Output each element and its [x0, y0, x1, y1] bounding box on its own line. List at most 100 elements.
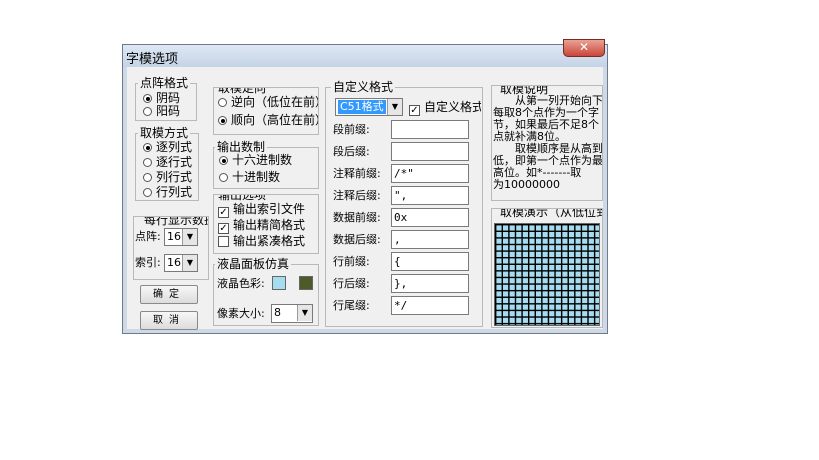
chevron-down-icon[interactable]: ▼ — [387, 99, 402, 115]
seg-prefix-label: 段前缀: — [333, 123, 370, 136]
radio-indicator — [143, 143, 152, 152]
seg-prefix-input[interactable] — [391, 120, 469, 139]
check-label: 输出索引文件 — [233, 202, 306, 216]
radio-reverse[interactable]: 逆向（低位在前） — [218, 95, 319, 109]
ok-button[interactable]: 确定 — [140, 285, 198, 304]
radio-label: 十六进制数 — [232, 153, 293, 167]
demo-group: 取模演示（从低位到高位） — [491, 208, 603, 328]
check-index-file[interactable]: ✓ 输出索引文件 — [218, 202, 305, 218]
chevron-down-icon[interactable]: ▼ — [182, 255, 197, 271]
radio-label: 逆向（低位在前） — [231, 95, 319, 109]
combo-value: 16 — [167, 256, 181, 269]
direction-group: 取模走向 逆向（低位在前） 顺向（高位在前） — [213, 87, 319, 135]
line-suffix-input[interactable]: }, — [391, 274, 469, 293]
line-suffix-label: 行后缀: — [333, 277, 370, 290]
radio-row-column[interactable]: 行列式 — [143, 185, 192, 199]
combo-value: C51格式 — [338, 100, 386, 114]
radio-indicator — [219, 173, 228, 182]
demo-label: 取模演示（从低位到高位） — [498, 209, 602, 219]
radio-label: 逐列式 — [156, 140, 193, 154]
dots-combo[interactable]: 16 ▼ — [164, 228, 198, 246]
radio-indicator — [143, 94, 152, 103]
explain-text: 从第一列开始向下 每取8个点作为一个字 节，如果最后不足8个 点就补满8位。 取… — [493, 95, 603, 191]
title-bar: 字模选项 ✕ — [123, 39, 607, 67]
close-icon: ✕ — [578, 40, 590, 54]
radio-hex[interactable]: 十六进制数 — [219, 153, 292, 167]
radio-indicator — [218, 98, 227, 107]
radio-label: 阳码 — [156, 104, 181, 118]
direction-label: 取模走向 — [216, 88, 269, 95]
line-prefix-label: 行前缀: — [333, 255, 370, 268]
close-button[interactable]: ✕ — [563, 39, 605, 57]
data-suffix-input[interactable]: , — [391, 230, 469, 249]
radio-label: 行列式 — [156, 185, 193, 199]
index-label: 索引: — [135, 256, 161, 269]
output-options-label: 输出选项 — [216, 195, 269, 202]
radio-indicator — [143, 188, 152, 197]
index-combo[interactable]: 16 ▼ — [164, 254, 198, 272]
lcd-dark-color-swatch[interactable] — [299, 276, 313, 290]
check-indicator: ✓ — [218, 207, 229, 218]
scan-mode-label: 取模方式 — [138, 126, 191, 140]
per-row-label: 每行显示数据 — [142, 217, 208, 227]
line-end-input[interactable]: */ — [391, 296, 469, 315]
comment-prefix-label: 注释前缀: — [333, 167, 381, 180]
dot-format-label: 点阵格式 — [138, 76, 191, 90]
check-label: 输出紧凑格式 — [233, 234, 306, 248]
radio-label: 阴码 — [156, 91, 181, 105]
combo-value: 16 — [167, 230, 181, 243]
data-suffix-label: 数据后缀: — [333, 233, 381, 246]
lcd-color-label: 液晶色彩: — [217, 277, 265, 290]
radio-indicator — [143, 173, 152, 182]
radio-decimal[interactable]: 十进制数 — [219, 170, 280, 184]
data-prefix-label: 数据前缀: — [333, 211, 381, 224]
cancel-button[interactable]: 取消 — [140, 311, 198, 330]
chevron-down-icon[interactable]: ▼ — [182, 229, 197, 245]
radio-row-wise[interactable]: 逐行式 — [143, 155, 192, 169]
check-custom-format[interactable]: ✓ 自定义格式 — [409, 100, 481, 116]
radio-positive[interactable]: 阳码 — [143, 104, 180, 118]
radio-label: 列行式 — [156, 170, 193, 184]
check-indicator: ✓ — [218, 223, 229, 234]
radio-indicator — [219, 156, 228, 165]
dialog-client: 点阵格式 阴码 阳码 取模方式 逐列式 逐行式 列行式 行列式 每行显示数据 点… — [127, 67, 603, 330]
radio-indicator — [143, 107, 152, 116]
combo-value: 8 — [274, 306, 281, 319]
line-prefix-input[interactable]: { — [391, 252, 469, 271]
font-options-dialog: 字模选项 ✕ 点阵格式 阴码 阳码 取模方式 逐列式 逐行式 列行式 行列式 每… — [122, 39, 608, 334]
explain-group: 取模说明 从第一列开始向下 每取8个点作为一个字 节，如果最后不足8个 点就补满… — [491, 85, 603, 201]
lcd-light-color-swatch[interactable] — [272, 276, 286, 290]
check-indicator — [218, 236, 229, 247]
custom-format-label: 自定义格式 — [331, 80, 396, 94]
radio-label: 顺向（高位在前） — [231, 113, 319, 127]
data-prefix-input[interactable]: 0x — [391, 208, 469, 227]
demo-grid — [494, 223, 600, 326]
comment-suffix-label: 注释后缀: — [333, 189, 381, 202]
line-end-label: 行尾缀: — [333, 299, 370, 312]
pixel-size-label: 像素大小: — [217, 307, 265, 320]
seg-suffix-input[interactable] — [391, 142, 469, 161]
radio-negative[interactable]: 阴码 — [143, 91, 180, 105]
window-title: 字模选项 — [126, 52, 179, 67]
radio-column-row[interactable]: 列行式 — [143, 170, 192, 184]
check-label: 输出精简格式 — [233, 218, 306, 232]
radio-forward[interactable]: 顺向（高位在前） — [218, 113, 319, 127]
seg-suffix-label: 段后缀: — [333, 145, 370, 158]
dots-label: 点阵: — [135, 230, 161, 243]
radio-indicator — [218, 116, 227, 125]
numbase-label: 输出数制 — [215, 140, 268, 154]
chevron-down-icon[interactable]: ▼ — [297, 305, 312, 321]
pixel-size-combo[interactable]: 8 ▼ — [271, 304, 313, 323]
check-indicator: ✓ — [409, 105, 420, 116]
format-combo[interactable]: C51格式 ▼ — [335, 98, 403, 116]
check-tight-format[interactable]: 输出紧凑格式 — [218, 234, 305, 248]
output-options-group: 输出选项 ✓ 输出索引文件 ✓ 输出精简格式 输出紧凑格式 — [213, 194, 319, 254]
check-compact-format[interactable]: ✓ 输出精简格式 — [218, 218, 305, 234]
radio-column-wise[interactable]: 逐列式 — [143, 140, 192, 154]
lcd-label: 液晶面板仿真 — [215, 257, 292, 271]
radio-indicator — [143, 158, 152, 167]
radio-label: 十进制数 — [232, 170, 281, 184]
comment-suffix-input[interactable]: ", — [391, 186, 469, 205]
radio-label: 逐行式 — [156, 155, 193, 169]
comment-prefix-input[interactable]: /*" — [391, 164, 469, 183]
